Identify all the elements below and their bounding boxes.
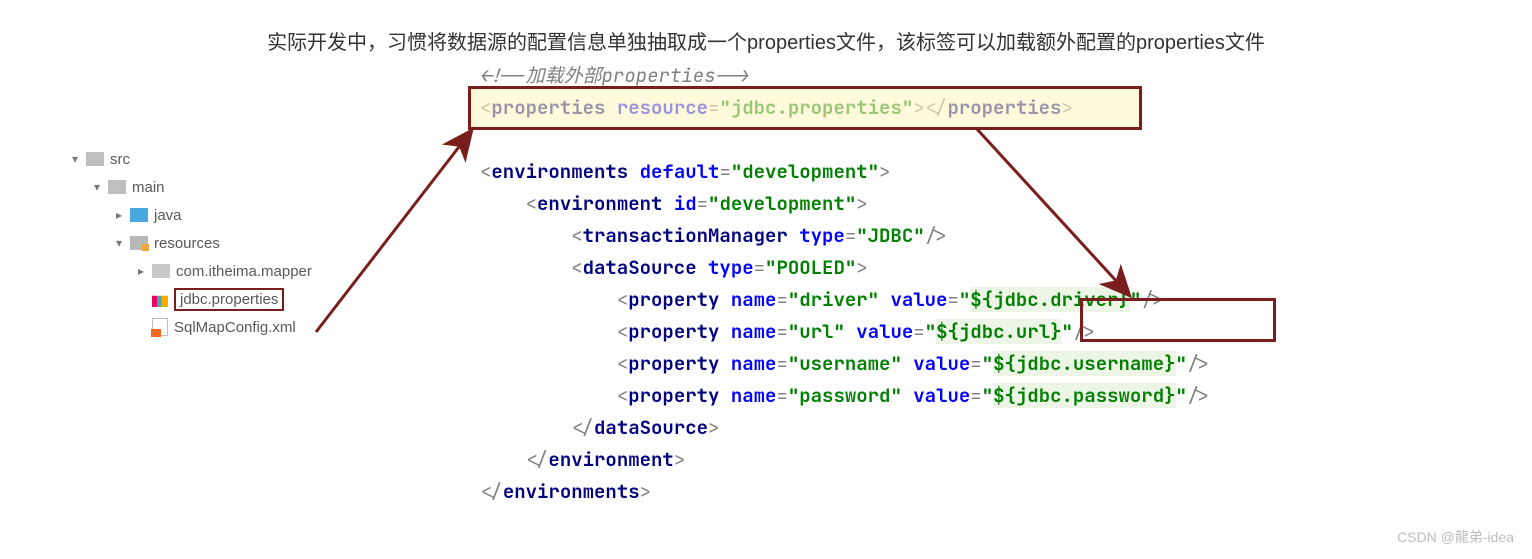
tree-label: java xyxy=(154,207,182,224)
tree-label: com.itheima.mapper xyxy=(176,263,312,280)
tree-node-sqlmap[interactable]: ····SqlMapConfig.xml xyxy=(64,313,312,341)
tree-label: main xyxy=(132,179,165,196)
tree-label: SqlMapConfig.xml xyxy=(174,319,296,336)
xml-file-icon xyxy=(152,318,168,336)
folder-icon xyxy=(130,236,148,250)
folder-icon xyxy=(86,152,104,166)
tree-label: resources xyxy=(154,235,220,252)
file-tree: ▾src ·▾main ··▸java ··▾resources ···▸com… xyxy=(64,145,312,341)
code-environments-open: <environments default="development"> xyxy=(480,156,1210,188)
tree-node-mapper[interactable]: ···▸com.itheima.mapper xyxy=(64,257,312,285)
tree-node-src[interactable]: ▾src xyxy=(64,145,312,173)
tree-node-resources[interactable]: ··▾resources xyxy=(64,229,312,257)
folder-icon xyxy=(152,264,170,278)
code-environments-close: </environments> xyxy=(480,476,1210,508)
code-environment-close: </environment> xyxy=(480,444,1210,476)
code-property-password: <property name="password" value="${jdbc.… xyxy=(480,380,1210,412)
tree-label: src xyxy=(110,151,130,168)
code-datasource-open: <dataSource type="POOLED"> xyxy=(480,252,1210,284)
tree-node-jdbc[interactable]: ····jdbc.properties xyxy=(64,285,312,313)
code-datasource-close: </dataSource> xyxy=(480,412,1210,444)
code-property-username: <property name="username" value="${jdbc.… xyxy=(480,348,1210,380)
code-transaction-manager: <transactionManager type="JDBC"/> xyxy=(480,220,1210,252)
tree-node-main[interactable]: ·▾main xyxy=(64,173,312,201)
tree-node-java[interactable]: ··▸java xyxy=(64,201,312,229)
watermark-text: CSDN @龍弟-idea xyxy=(1397,527,1514,547)
highlight-properties-line xyxy=(468,86,1142,130)
description-text: 实际开发中，习惯将数据源的配置信息单独抽取成一个properties文件，该标签… xyxy=(0,26,1532,55)
folder-icon xyxy=(108,180,126,194)
tree-label-highlighted: jdbc.properties xyxy=(174,288,284,311)
properties-file-icon xyxy=(152,291,168,307)
folder-icon xyxy=(130,208,148,222)
code-environment-open: <environment id="development"> xyxy=(480,188,1210,220)
highlight-jdbc-driver xyxy=(1080,298,1276,342)
